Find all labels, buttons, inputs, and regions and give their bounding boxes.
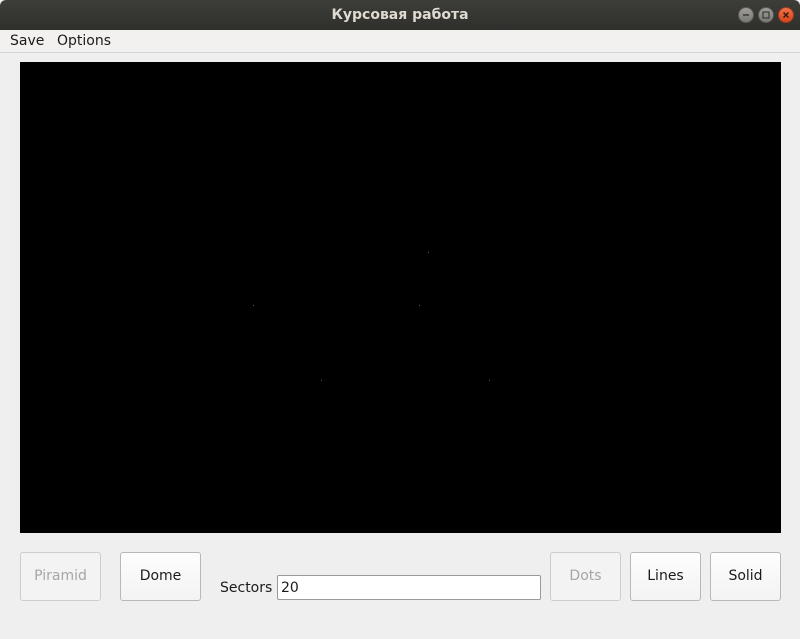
dome-button[interactable]: Dome [120, 552, 201, 601]
render-point [428, 252, 429, 253]
solid-button[interactable]: Solid [710, 552, 781, 601]
minimize-icon [743, 14, 749, 16]
window-title: Курсовая работа [331, 7, 469, 23]
maximize-icon [762, 11, 770, 19]
menu-save[interactable]: Save [10, 30, 44, 52]
sectors-input[interactable] [277, 575, 541, 600]
dots-button[interactable]: Dots [550, 552, 621, 601]
title-bar[interactable]: Курсовая работа [0, 0, 800, 30]
sectors-label: Sectors [220, 580, 273, 596]
minimize-button[interactable] [738, 7, 754, 23]
menu-bar: Save Options [0, 30, 800, 53]
close-icon [782, 11, 790, 19]
close-button[interactable] [778, 7, 794, 23]
menu-options[interactable]: Options [57, 30, 111, 52]
render-point [253, 305, 254, 306]
piramid-button[interactable]: Piramid [20, 552, 101, 601]
render-point [489, 380, 490, 381]
application-window: Курсовая работа Save Options Piramid Dom… [0, 0, 800, 639]
maximize-button[interactable] [758, 7, 774, 23]
lines-button[interactable]: Lines [630, 552, 701, 601]
render-point [419, 305, 420, 306]
render-canvas[interactable] [20, 62, 781, 533]
render-point [321, 380, 322, 381]
